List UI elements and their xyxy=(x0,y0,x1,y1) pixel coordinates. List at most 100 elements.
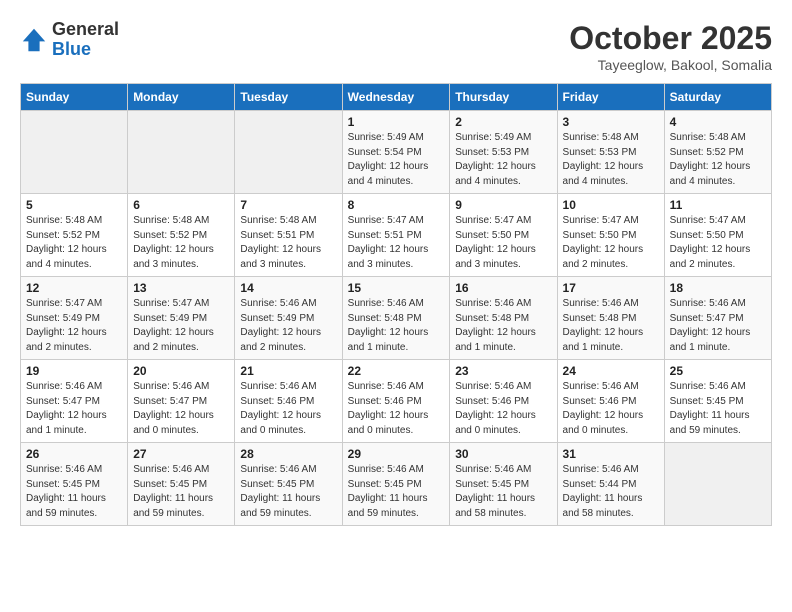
day-info: Sunrise: 5:47 AM Sunset: 5:49 PM Dayligh… xyxy=(26,297,122,355)
day-info: Sunrise: 5:46 AM Sunset: 5:46 PM Dayligh… xyxy=(240,380,336,438)
day-info: Sunrise: 5:46 AM Sunset: 5:48 PM Dayligh… xyxy=(348,297,445,355)
calendar-cell: 1Sunrise: 5:49 AM Sunset: 5:54 PM Daylig… xyxy=(342,111,450,194)
day-number: 19 xyxy=(26,364,122,378)
calendar-cell: 5 Sunrise: 5:48 AM Sunset: 5:52 PM Daylig… xyxy=(21,194,128,277)
day-info: Sunrise: 5:47 AM Sunset: 5:50 PM Dayligh… xyxy=(670,214,766,272)
calendar-cell: 16 Sunrise: 5:46 AM Sunset: 5:48 PM Dayli… xyxy=(450,277,557,360)
week-row-1: 1Sunrise: 5:49 AM Sunset: 5:54 PM Daylig… xyxy=(21,111,772,194)
day-header-monday: Monday xyxy=(128,84,235,111)
calendar-cell: 22 Sunrise: 5:46 AM Sunset: 5:46 PM Dayli… xyxy=(342,360,450,443)
day-info: Sunrise: 5:48 AM Sunset: 5:52 PM Dayligh… xyxy=(26,214,122,272)
calendar-cell: 11 Sunrise: 5:47 AM Sunset: 5:50 PM Dayli… xyxy=(664,194,771,277)
day-number: 10 xyxy=(563,198,659,212)
day-header-wednesday: Wednesday xyxy=(342,84,450,111)
calendar-cell: 20Sunrise: 5:46 AM Sunset: 5:47 PM Dayli… xyxy=(128,360,235,443)
calendar-cell: 25 Sunrise: 5:46 AM Sunset: 5:45 PM Dayli… xyxy=(664,360,771,443)
calendar-cell: 21 Sunrise: 5:46 AM Sunset: 5:46 PM Dayli… xyxy=(235,360,342,443)
day-number: 16 xyxy=(455,281,551,295)
day-info: Sunrise: 5:46 AM Sunset: 5:48 PM Dayligh… xyxy=(563,297,659,355)
day-number: 20 xyxy=(133,364,229,378)
day-number: 3 xyxy=(563,115,659,129)
day-number: 29 xyxy=(348,447,445,461)
day-number: 17 xyxy=(563,281,659,295)
month-title: October 2025 xyxy=(569,20,772,57)
logo-text: General Blue xyxy=(52,20,119,60)
day-number: 14 xyxy=(240,281,336,295)
day-info: Sunrise: 5:46 AM Sunset: 5:49 PM Dayligh… xyxy=(240,297,336,355)
calendar-cell: 4 Sunrise: 5:48 AM Sunset: 5:52 PM Daylig… xyxy=(664,111,771,194)
calendar-cell: 3Sunrise: 5:48 AM Sunset: 5:53 PM Daylig… xyxy=(557,111,664,194)
day-info: Sunrise: 5:46 AM Sunset: 5:45 PM Dayligh… xyxy=(240,463,336,521)
header-row: SundayMondayTuesdayWednesdayThursdayFrid… xyxy=(21,84,772,111)
calendar-cell: 29 Sunrise: 5:46 AM Sunset: 5:45 PM Dayli… xyxy=(342,443,450,526)
calendar-cell xyxy=(664,443,771,526)
day-number: 6 xyxy=(133,198,229,212)
day-info: Sunrise: 5:46 AM Sunset: 5:46 PM Dayligh… xyxy=(563,380,659,438)
day-number: 5 xyxy=(26,198,122,212)
calendar-cell: 10 Sunrise: 5:47 AM Sunset: 5:50 PM Dayli… xyxy=(557,194,664,277)
week-row-5: 26 Sunrise: 5:46 AM Sunset: 5:45 PM Dayli… xyxy=(21,443,772,526)
day-number: 1 xyxy=(348,115,445,129)
day-info: Sunrise: 5:46 AM Sunset: 5:45 PM Dayligh… xyxy=(26,463,122,521)
calendar-cell: 31 Sunrise: 5:46 AM Sunset: 5:44 PM Dayli… xyxy=(557,443,664,526)
day-info: Sunrise: 5:49 AM Sunset: 5:53 PM Dayligh… xyxy=(455,131,551,189)
day-number: 4 xyxy=(670,115,766,129)
day-number: 12 xyxy=(26,281,122,295)
logo-general-text: General xyxy=(52,19,119,39)
day-info: Sunrise: 5:46 AM Sunset: 5:48 PM Dayligh… xyxy=(455,297,551,355)
day-info: Sunrise: 5:47 AM Sunset: 5:49 PM Dayligh… xyxy=(133,297,229,355)
calendar-cell: 19 Sunrise: 5:46 AM Sunset: 5:47 PM Dayli… xyxy=(21,360,128,443)
day-number: 30 xyxy=(455,447,551,461)
logo: General Blue xyxy=(20,20,119,60)
logo-icon xyxy=(20,26,48,54)
calendar-cell: 14 Sunrise: 5:46 AM Sunset: 5:49 PM Dayli… xyxy=(235,277,342,360)
calendar-cell xyxy=(21,111,128,194)
day-number: 11 xyxy=(670,198,766,212)
day-number: 31 xyxy=(563,447,659,461)
calendar-cell: 23Sunrise: 5:46 AM Sunset: 5:46 PM Dayli… xyxy=(450,360,557,443)
day-info: Sunrise: 5:46 AM Sunset: 5:47 PM Dayligh… xyxy=(26,380,122,438)
day-number: 21 xyxy=(240,364,336,378)
day-info: Sunrise: 5:47 AM Sunset: 5:50 PM Dayligh… xyxy=(455,214,551,272)
day-number: 15 xyxy=(348,281,445,295)
calendar-cell: 12 Sunrise: 5:47 AM Sunset: 5:49 PM Dayli… xyxy=(21,277,128,360)
day-info: Sunrise: 5:46 AM Sunset: 5:45 PM Dayligh… xyxy=(348,463,445,521)
calendar-cell: 24 Sunrise: 5:46 AM Sunset: 5:46 PM Dayli… xyxy=(557,360,664,443)
calendar-cell: 9 Sunrise: 5:47 AM Sunset: 5:50 PM Daylig… xyxy=(450,194,557,277)
day-number: 28 xyxy=(240,447,336,461)
day-info: Sunrise: 5:48 AM Sunset: 5:52 PM Dayligh… xyxy=(670,131,766,189)
day-info: Sunrise: 5:46 AM Sunset: 5:44 PM Dayligh… xyxy=(563,463,659,521)
day-info: Sunrise: 5:46 AM Sunset: 5:46 PM Dayligh… xyxy=(455,380,551,438)
day-number: 26 xyxy=(26,447,122,461)
logo-blue-text: Blue xyxy=(52,39,91,59)
day-number: 25 xyxy=(670,364,766,378)
calendar-cell: 7 Sunrise: 5:48 AM Sunset: 5:51 PM Daylig… xyxy=(235,194,342,277)
day-info: Sunrise: 5:46 AM Sunset: 5:45 PM Dayligh… xyxy=(455,463,551,521)
day-header-sunday: Sunday xyxy=(21,84,128,111)
calendar-cell: 6Sunrise: 5:48 AM Sunset: 5:52 PM Daylig… xyxy=(128,194,235,277)
day-header-saturday: Saturday xyxy=(664,84,771,111)
day-info: Sunrise: 5:46 AM Sunset: 5:45 PM Dayligh… xyxy=(670,380,766,438)
day-info: Sunrise: 5:47 AM Sunset: 5:50 PM Dayligh… xyxy=(563,214,659,272)
day-info: Sunrise: 5:46 AM Sunset: 5:47 PM Dayligh… xyxy=(670,297,766,355)
week-row-2: 5 Sunrise: 5:48 AM Sunset: 5:52 PM Daylig… xyxy=(21,194,772,277)
day-number: 2 xyxy=(455,115,551,129)
day-info: Sunrise: 5:48 AM Sunset: 5:51 PM Dayligh… xyxy=(240,214,336,272)
day-info: Sunrise: 5:47 AM Sunset: 5:51 PM Dayligh… xyxy=(348,214,445,272)
day-number: 18 xyxy=(670,281,766,295)
calendar-cell: 30 Sunrise: 5:46 AM Sunset: 5:45 PM Dayli… xyxy=(450,443,557,526)
calendar-cell: 18 Sunrise: 5:46 AM Sunset: 5:47 PM Dayli… xyxy=(664,277,771,360)
day-number: 22 xyxy=(348,364,445,378)
day-number: 9 xyxy=(455,198,551,212)
day-number: 8 xyxy=(348,198,445,212)
week-row-3: 12 Sunrise: 5:47 AM Sunset: 5:49 PM Dayli… xyxy=(21,277,772,360)
calendar-cell xyxy=(128,111,235,194)
calendar-cell xyxy=(235,111,342,194)
day-header-thursday: Thursday xyxy=(450,84,557,111)
day-info: Sunrise: 5:46 AM Sunset: 5:46 PM Dayligh… xyxy=(348,380,445,438)
day-number: 24 xyxy=(563,364,659,378)
calendar-cell: 8 Sunrise: 5:47 AM Sunset: 5:51 PM Daylig… xyxy=(342,194,450,277)
day-number: 7 xyxy=(240,198,336,212)
calendar-cell: 26 Sunrise: 5:46 AM Sunset: 5:45 PM Dayli… xyxy=(21,443,128,526)
calendar-cell: 27Sunrise: 5:46 AM Sunset: 5:45 PM Dayli… xyxy=(128,443,235,526)
